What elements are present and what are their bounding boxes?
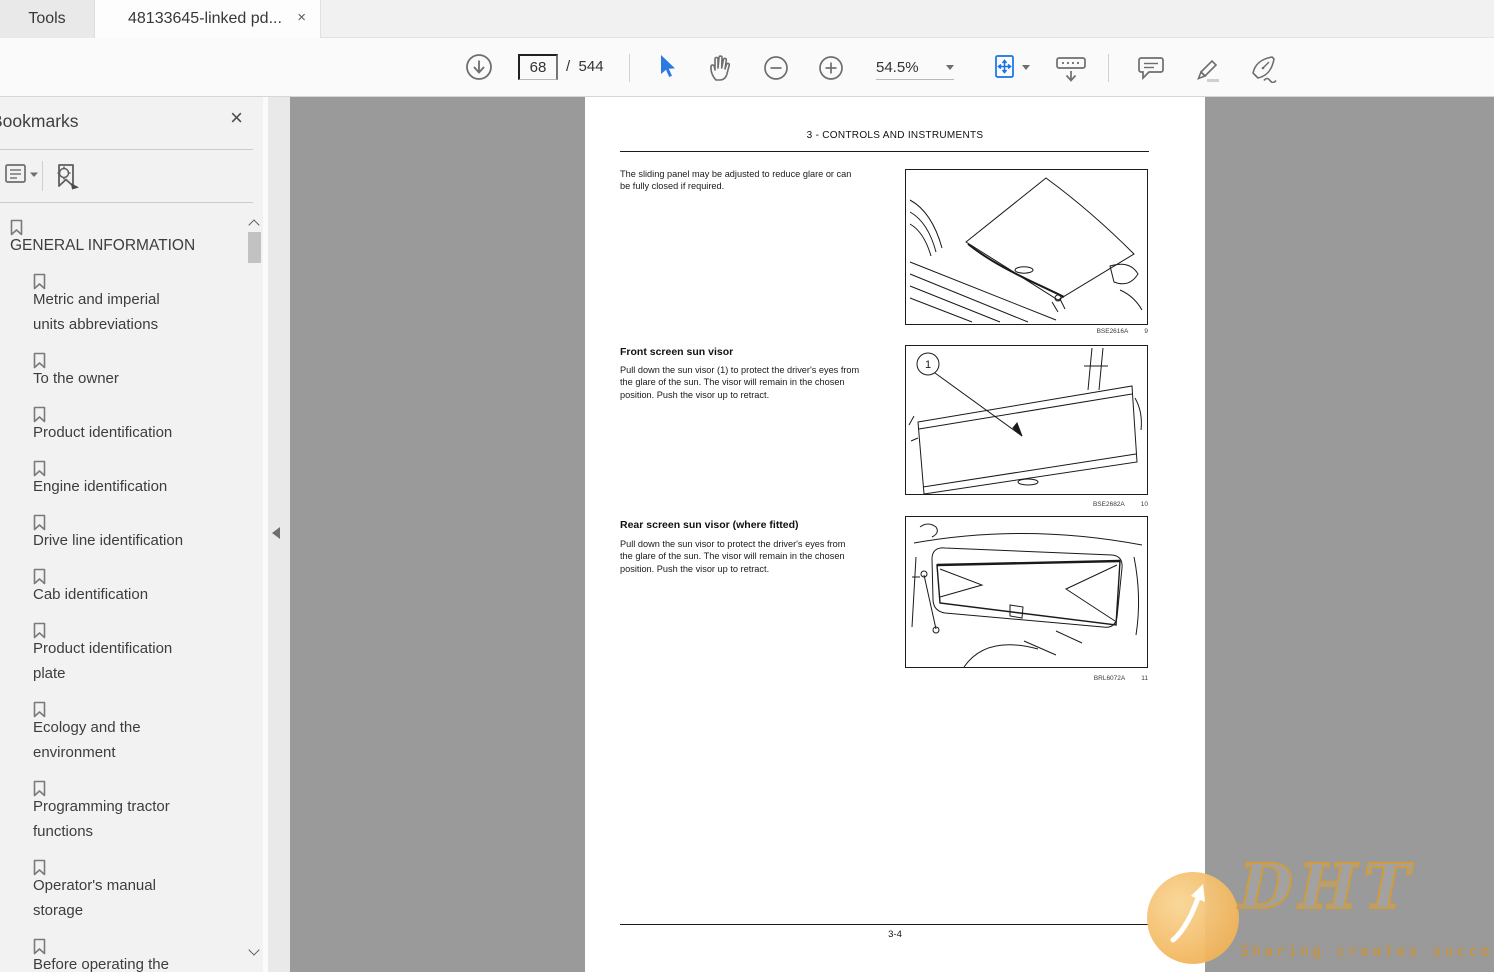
tab-close-icon[interactable]: × (297, 9, 306, 26)
page-footer: 3-4 (888, 929, 902, 940)
figure-rear-sun-visor (905, 516, 1148, 668)
bookmark-label: Product identification (33, 424, 173, 441)
acrobat-window: Tools 48133645-linked pd... × / 544 54.5 (0, 0, 1494, 972)
section-heading: Rear screen sun visor (where fitted) (620, 519, 799, 531)
panel-scrollbar[interactable] (247, 97, 263, 972)
bookmark-item[interactable]: Metric and imperial units abbreviations (33, 269, 241, 337)
bookmark-icon (33, 352, 46, 374)
paragraph: Pull down the sun visor (1) to protect t… (620, 365, 860, 400)
bookmark-options-icon[interactable] (4, 162, 40, 193)
bookmarks-toolbar (0, 150, 253, 202)
bookmark-icon (33, 622, 46, 644)
bookmark-icon (10, 219, 23, 241)
header-rule (620, 151, 1149, 152)
page-number-input[interactable] (518, 54, 558, 80)
fit-page-icon[interactable] (992, 53, 1018, 81)
bookmark-label: Before operating thetractor (33, 956, 169, 972)
bookmark-item[interactable]: Programming tractor functions (33, 776, 241, 844)
bookmark-icon (33, 859, 46, 881)
section-heading: Front screen sun visor (620, 346, 734, 358)
page-count-label: / 544 (566, 58, 604, 75)
locate-current-bookmark-icon[interactable] (52, 162, 82, 197)
panel-close-icon[interactable]: × (230, 107, 243, 129)
toolbar-separator (1108, 54, 1109, 82)
panel-collapse-gutter[interactable] (268, 97, 290, 972)
bookmark-item[interactable]: To the owner (33, 348, 241, 391)
hand-tool-icon[interactable] (706, 53, 736, 83)
zoom-level-value: 54.5% (876, 58, 919, 76)
bookmark-label: GENERAL INFORMATION (10, 237, 196, 254)
divider (42, 161, 43, 191)
bookmark-label: Cab identification (33, 586, 149, 603)
bookmark-item[interactable]: Operator's manual storage (33, 855, 241, 923)
paragraph: Pull down the sun visor to protect the d… (620, 539, 846, 574)
bookmark-item[interactable]: Ecology and the environment (33, 697, 241, 765)
tab-document[interactable]: 48133645-linked pd... × (95, 0, 321, 38)
watermark: DHT Sharing creates success (1134, 842, 1494, 972)
figure-caption: BSE2616A 9 (1096, 328, 1148, 335)
bookmark-item[interactable]: Drive line identification (33, 510, 241, 553)
main-toolbar: / 544 54.5% (0, 38, 1494, 97)
zoom-out-icon[interactable] (762, 54, 790, 82)
bookmark-label: Product identification plate (33, 640, 173, 682)
bookmark-item[interactable]: Engine identification (33, 456, 241, 499)
figure-front-sun-visor: 1 (905, 345, 1148, 495)
toolbar-collapse-icon[interactable] (1054, 54, 1088, 84)
select-tool-icon[interactable] (656, 54, 680, 80)
highlighter-icon[interactable] (1192, 53, 1222, 83)
tab-tools-label: Tools (28, 10, 66, 27)
chevron-down-icon (946, 64, 954, 70)
collapse-panel-icon[interactable] (272, 527, 280, 539)
watermark-brand: DHT (1238, 849, 1416, 924)
bookmark-icon (33, 701, 46, 723)
bookmark-item[interactable]: Product identification (33, 402, 241, 445)
pdf-page: 3 - CONTROLS AND INSTRUMENTS The sliding… (585, 97, 1205, 972)
scroll-up-icon[interactable] (248, 219, 260, 231)
watermark-logo-icon (1147, 872, 1239, 964)
bookmarks-panel-title: Bookmarks (0, 111, 79, 131)
figure-caption: BSE2682A 10 (1092, 501, 1148, 508)
bookmark-label: Engine identification (33, 478, 168, 495)
tab-bar: Tools 48133645-linked pd... × (0, 0, 1494, 38)
page-header: 3 - CONTROLS AND INSTRUMENTS (806, 130, 984, 141)
bookmark-icon (33, 938, 46, 960)
bookmark-icon (33, 406, 46, 428)
sign-pen-icon[interactable] (1246, 53, 1280, 83)
scrollbar-thumb[interactable] (248, 232, 261, 263)
scroll-down-icon[interactable] (248, 944, 260, 956)
bookmark-icon (33, 568, 46, 590)
paragraph: The sliding panel may be adjusted to red… (620, 169, 852, 192)
bookmark-label: Drive line identification (33, 532, 184, 549)
bookmark-item[interactable]: Before operating thetractor (33, 934, 241, 972)
bookmark-label: Programming tractor functions (33, 798, 170, 840)
bookmark-label: Operator's manual storage (33, 877, 156, 919)
fit-page-dropdown-icon[interactable] (1022, 65, 1030, 70)
watermark-tagline: Sharing creates success (1240, 942, 1494, 960)
tab-document-label: 48133645-linked pd... (128, 10, 282, 27)
zoom-in-icon[interactable] (817, 54, 845, 82)
bookmark-item[interactable]: GENERAL INFORMATION (10, 215, 241, 258)
bookmark-label: Ecology and the environment (33, 719, 141, 761)
bookmark-icon (33, 460, 46, 482)
figure-caption: BRL6072A 11 (1093, 675, 1148, 682)
zoom-level-dropdown[interactable]: 54.5% (876, 55, 954, 80)
comment-icon[interactable] (1136, 55, 1166, 81)
bookmark-list: GENERAL INFORMATION Metric and imperial u… (0, 203, 241, 972)
toolbar-separator (629, 54, 630, 82)
bookmarks-panel: Bookmarks × GENERAL INFORMATION Metric a… (0, 97, 263, 972)
document-canvas: 3 - CONTROLS AND INSTRUMENTS The sliding… (290, 97, 1494, 972)
bookmark-label: To the owner (33, 370, 119, 387)
bookmark-icon (33, 273, 46, 295)
bookmark-icon (33, 514, 46, 536)
bookmark-label: Metric and imperial units abbreviations (33, 291, 160, 333)
content-region: Bookmarks × GENERAL INFORMATION Metric a… (0, 97, 1494, 972)
svg-text:1: 1 (925, 359, 931, 371)
bookmark-item[interactable]: Product identification plate (33, 618, 241, 686)
bookmark-item[interactable]: Cab identification (33, 564, 241, 607)
tab-tools[interactable]: Tools (0, 0, 95, 38)
footer-rule (620, 924, 1149, 925)
figure-sliding-panel (905, 169, 1148, 325)
bookmark-icon (33, 780, 46, 802)
save-download-icon[interactable] (464, 52, 494, 82)
